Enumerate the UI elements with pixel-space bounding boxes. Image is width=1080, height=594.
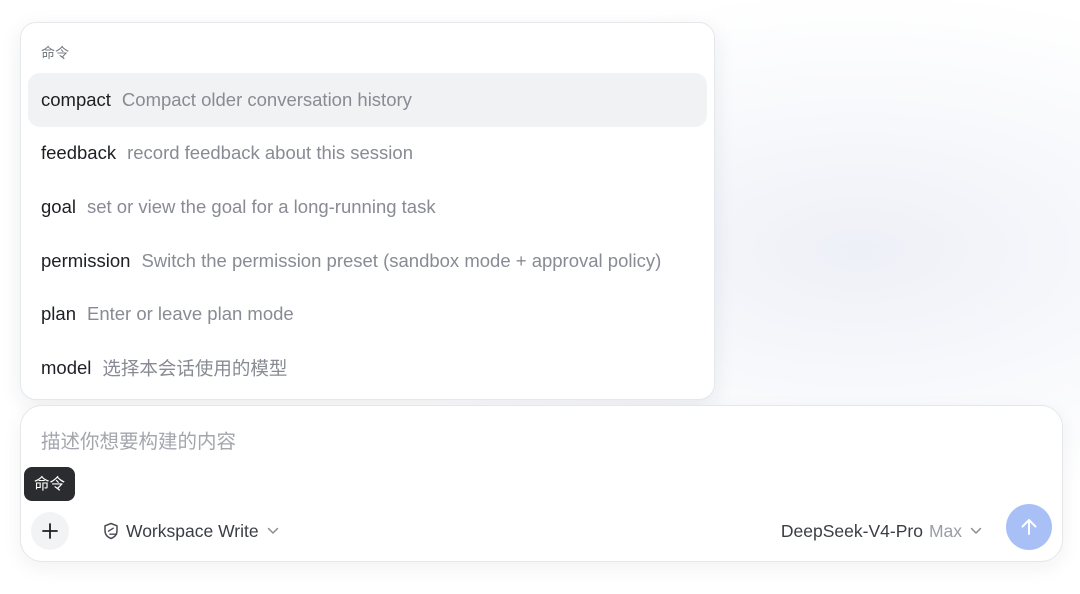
chevron-down-icon — [970, 527, 982, 535]
chevron-down-icon — [267, 527, 279, 535]
command-description: set or view the goal for a long-running … — [86, 195, 436, 217]
prompt-input[interactable] — [41, 424, 1021, 458]
command-item-goal[interactable]: goal set or view the goal for a long-runn… — [28, 180, 707, 234]
send-button[interactable] — [1006, 504, 1052, 550]
add-button[interactable] — [31, 512, 69, 550]
command-description: Enter or leave plan mode — [86, 303, 294, 325]
command-menu: 命令 compact Compact older conversation his… — [20, 22, 715, 400]
shield-edit-icon — [104, 522, 118, 540]
command-item-permission[interactable]: permission Switch the permission preset (… — [28, 234, 707, 288]
command-list: compact Compact older conversation histor… — [28, 73, 707, 395]
model-mode: Max — [928, 520, 962, 541]
command-item-plan[interactable]: plan Enter or leave plan mode — [28, 287, 707, 341]
command-name: model — [41, 356, 92, 378]
composer: 命令 Workspace Write DeepSeek-V4-Pro Max — [20, 405, 1063, 562]
model-name: DeepSeek-V4-Pro — [780, 520, 923, 541]
command-description: record feedback about this session — [127, 142, 413, 164]
command-menu-header: 命令 — [41, 46, 69, 62]
command-tooltip: 命令 — [24, 467, 76, 501]
command-description: Compact older conversation history — [121, 88, 412, 110]
command-item-model[interactable]: model 选择本会话使用的模型 — [28, 341, 707, 395]
command-name: goal — [41, 195, 76, 217]
plus-icon — [42, 523, 58, 539]
arrow-up-icon — [1021, 519, 1037, 535]
command-description: 选择本会话使用的模型 — [102, 357, 288, 379]
command-item-feedback[interactable]: feedback record feedback about this sessi… — [28, 127, 707, 181]
command-name: compact — [41, 88, 111, 110]
workspace-permission-label: Workspace Write — [126, 520, 259, 541]
workspace-permission-button[interactable]: Workspace Write — [101, 517, 279, 545]
model-selector-button[interactable]: DeepSeek-V4-Pro Max — [781, 517, 982, 545]
command-name: permission — [41, 249, 131, 271]
command-description: Switch the permission preset (sandbox mo… — [141, 249, 662, 271]
command-item-compact[interactable]: compact Compact older conversation histor… — [28, 73, 707, 127]
command-name: feedback — [41, 142, 117, 164]
command-name: plan — [41, 303, 76, 325]
